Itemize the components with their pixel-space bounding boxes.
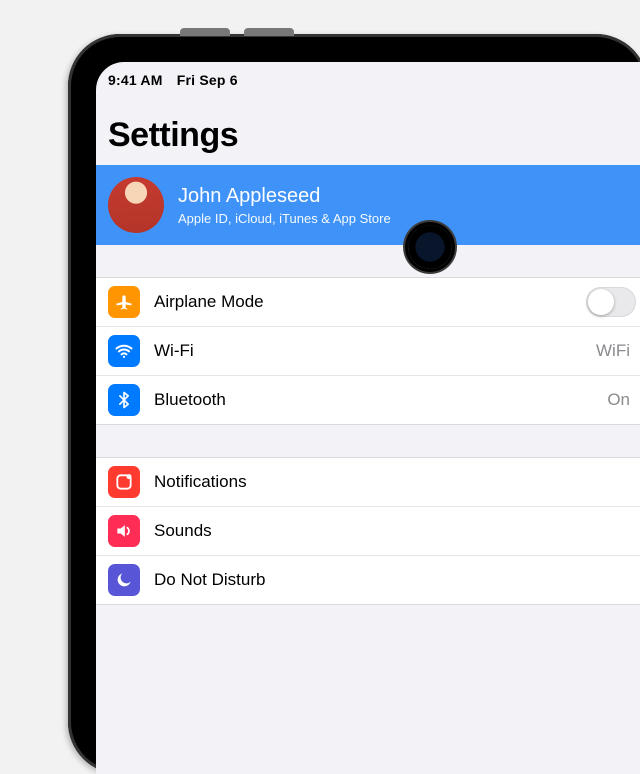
avatar (108, 177, 164, 233)
bluetooth-icon (108, 384, 140, 416)
airplane-mode-row[interactable]: Airplane Mode (96, 278, 640, 326)
profile-name: John Appleseed (178, 185, 391, 208)
sounds-row[interactable]: Sounds (96, 506, 640, 555)
screen: 9:41 AM Fri Sep 6 Settings John Applesee… (96, 62, 640, 774)
hw-button (244, 28, 294, 36)
bluetooth-row[interactable]: Bluetooth On (96, 375, 640, 424)
airplane-icon (108, 286, 140, 318)
airplane-toggle[interactable] (586, 287, 636, 317)
profile-subtitle: Apple ID, iCloud, iTunes & App Store (178, 211, 391, 226)
row-label: Sounds (154, 521, 636, 541)
row-label: Airplane Mode (154, 292, 572, 312)
row-label: Wi-Fi (154, 341, 582, 361)
notifications-row[interactable]: Notifications (96, 458, 640, 506)
row-label: Notifications (154, 472, 636, 492)
status-date: Fri Sep 6 (177, 72, 238, 88)
annotation-cursor (408, 225, 452, 269)
row-label: Bluetooth (154, 390, 593, 410)
page-title: Settings (96, 96, 640, 165)
apple-id-row[interactable]: John Appleseed Apple ID, iCloud, iTunes … (96, 165, 640, 245)
ipad-device-frame: 9:41 AM Fri Sep 6 Settings John Applesee… (68, 34, 640, 774)
status-time: 9:41 AM (108, 72, 163, 88)
wifi-value: WiFi (596, 341, 630, 361)
bluetooth-value: On (607, 390, 630, 410)
moon-icon (108, 564, 140, 596)
wifi-row[interactable]: Wi-Fi WiFi (96, 326, 640, 375)
row-label: Do Not Disturb (154, 570, 636, 590)
do-not-disturb-row[interactable]: Do Not Disturb (96, 555, 640, 604)
hw-button (180, 28, 230, 36)
wifi-icon (108, 335, 140, 367)
notifications-icon (108, 466, 140, 498)
settings-group: Notifications Sounds Do Not Disturb (96, 457, 640, 605)
settings-group: Airplane Mode Wi-Fi WiFi Bluetooth On (96, 277, 640, 425)
status-bar: 9:41 AM Fri Sep 6 (96, 62, 640, 96)
sounds-icon (108, 515, 140, 547)
